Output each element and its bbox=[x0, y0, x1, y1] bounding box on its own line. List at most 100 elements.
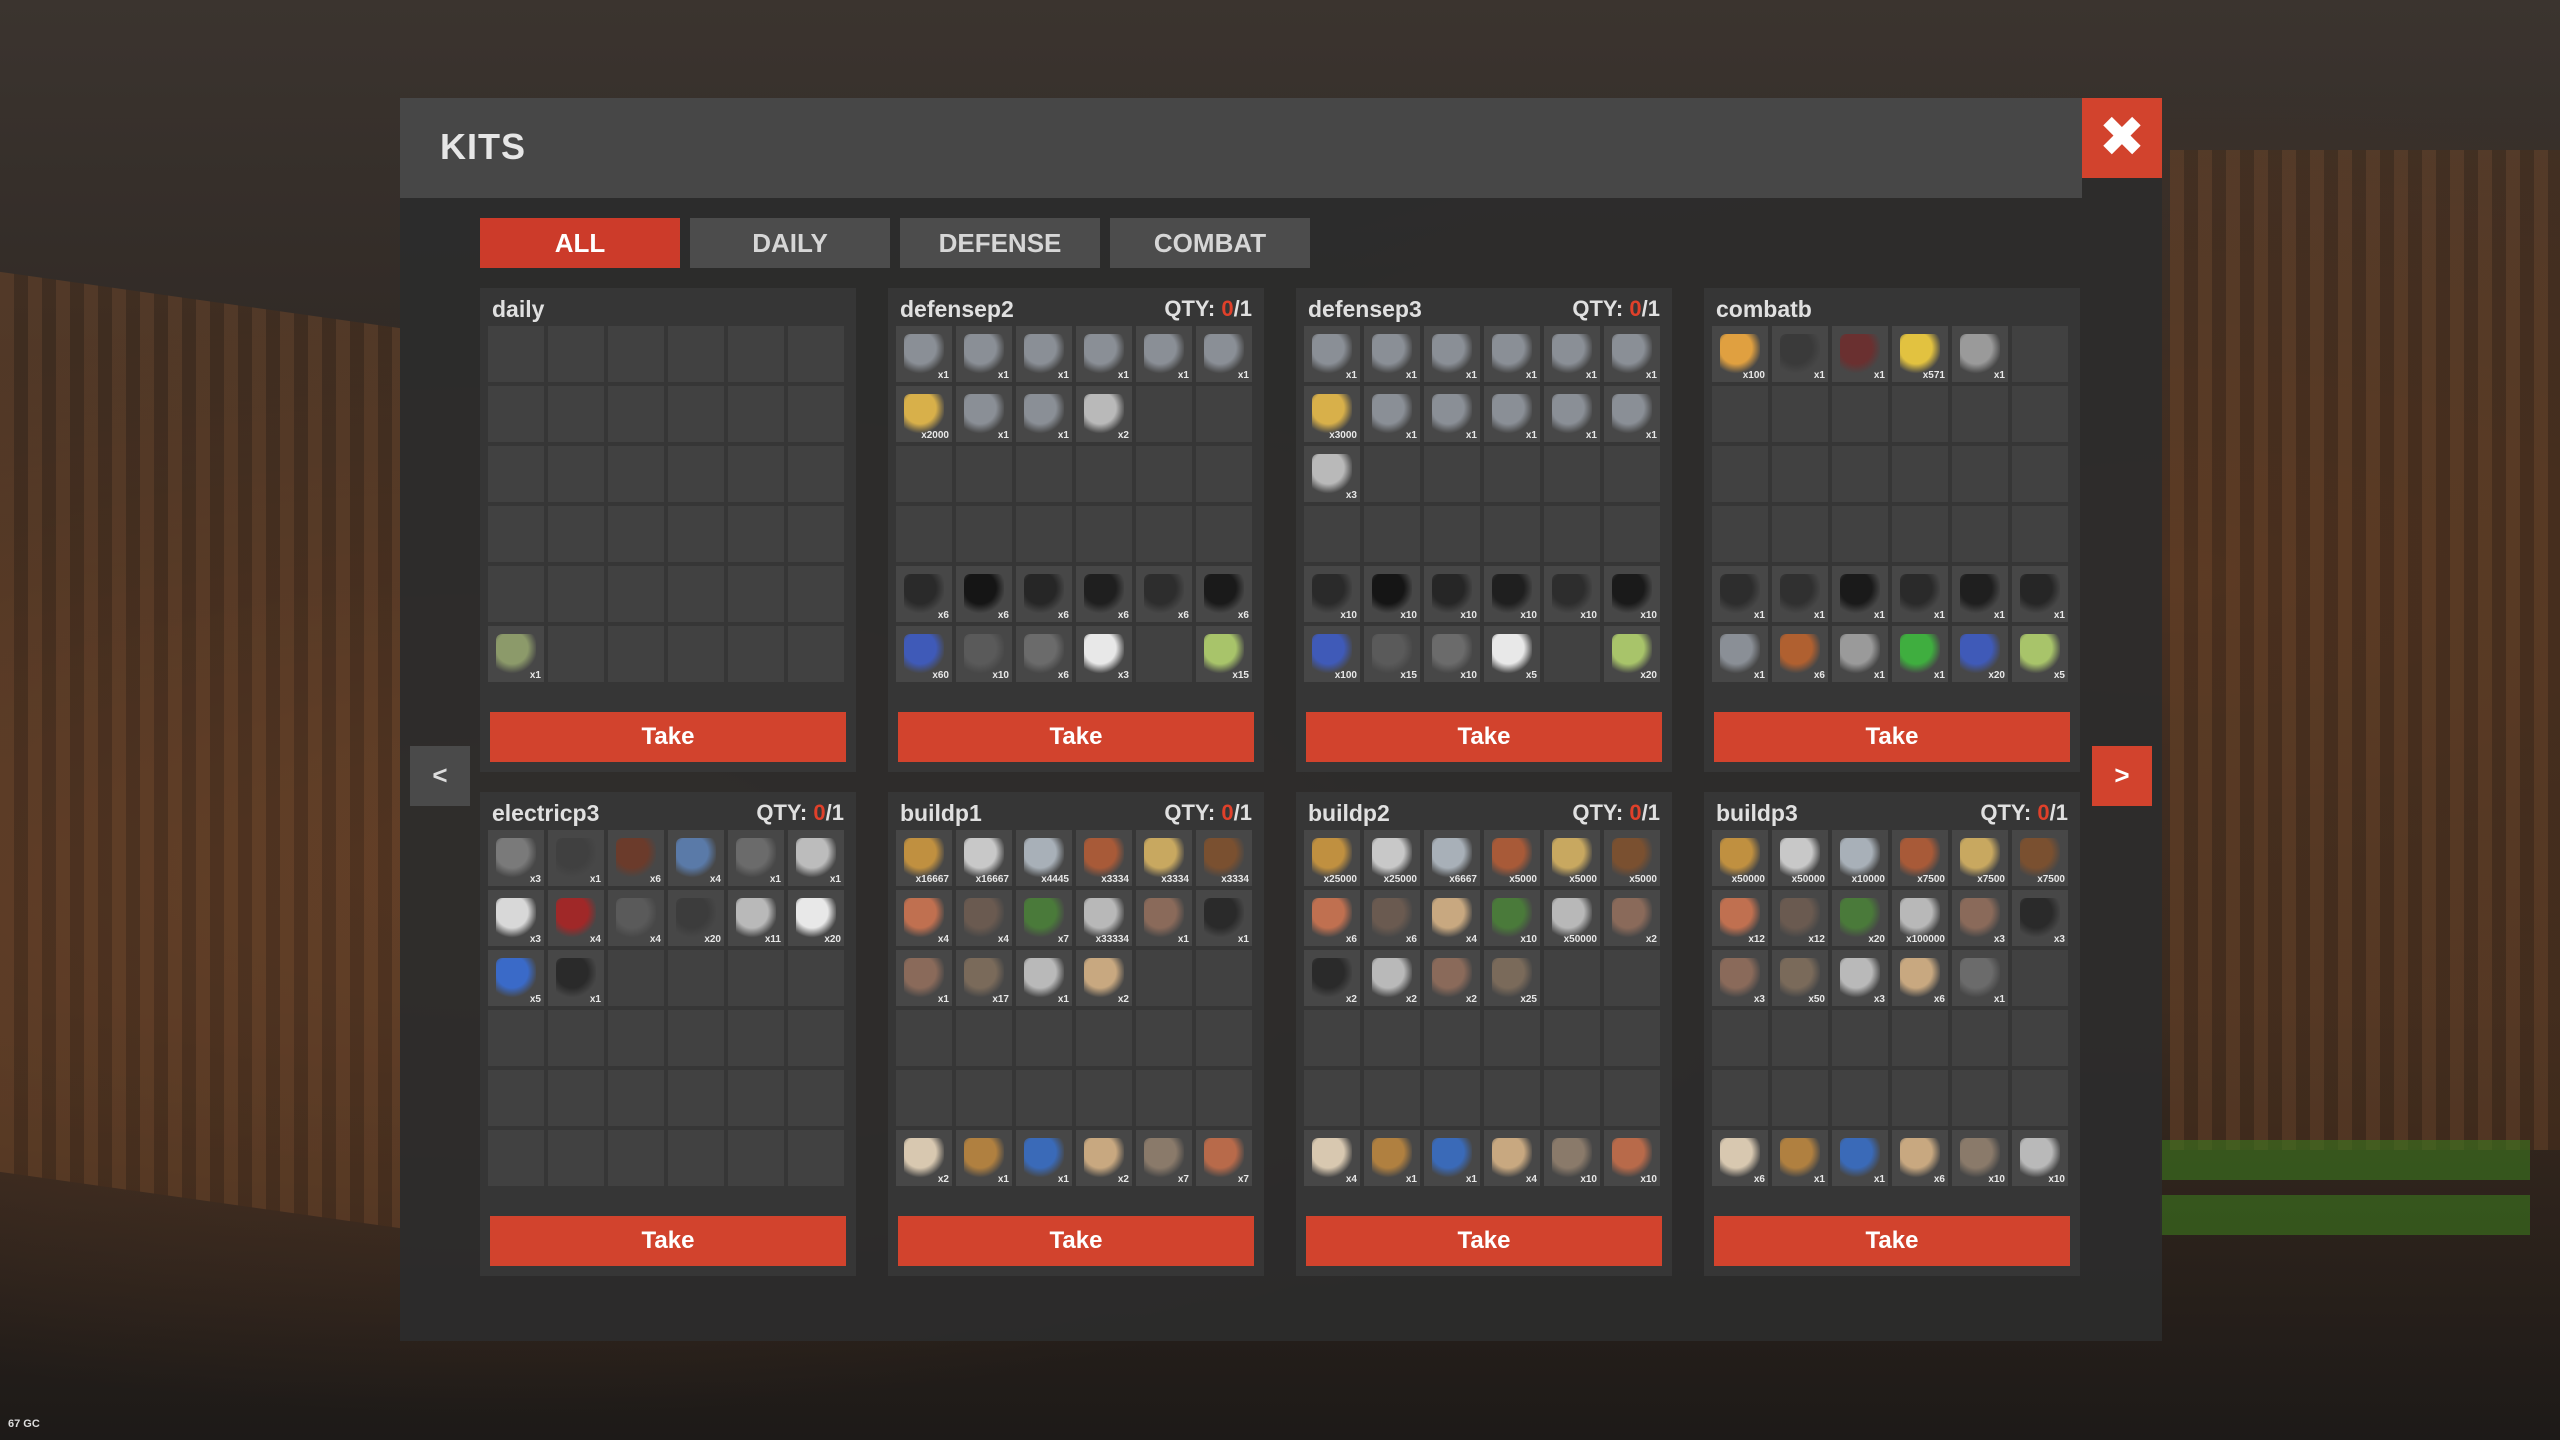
item-count: x6 bbox=[1753, 1174, 1765, 1185]
helmet-icon bbox=[1312, 574, 1352, 614]
empty-slot bbox=[2012, 1010, 2068, 1066]
empty-slot bbox=[668, 446, 724, 502]
tab-combat[interactable]: COMBAT bbox=[1110, 218, 1310, 268]
page-title: KITS bbox=[440, 126, 527, 167]
item-slot: x20 bbox=[1952, 626, 2008, 682]
rifle-icon bbox=[1492, 334, 1532, 374]
item-slot: x10 bbox=[1424, 626, 1480, 682]
kit-card-buildp1: buildp1 QTY: 0/1 x16667 x16667 x4445 x3334 x… bbox=[888, 792, 1264, 1276]
close-button[interactable]: ✖ bbox=[2082, 98, 2162, 178]
item-count: x50 bbox=[1808, 994, 1825, 1005]
item-count: x10 bbox=[1640, 610, 1657, 621]
item-count: x1 bbox=[1405, 370, 1417, 381]
turret-icon bbox=[1024, 634, 1064, 674]
item-count: x6 bbox=[1177, 610, 1189, 621]
item-slot: x20 bbox=[788, 890, 844, 946]
next-page-button[interactable]: > bbox=[2092, 746, 2152, 806]
item-slot: x10 bbox=[1364, 566, 1420, 622]
item-count: x1 bbox=[937, 994, 949, 1005]
tab-daily[interactable]: DAILY bbox=[690, 218, 890, 268]
kit-qty: QTY: 0/1 bbox=[1980, 800, 2068, 826]
crate-icon bbox=[1492, 958, 1532, 998]
kit-item-grid: x3 x1 x6 x4 x1 x1 x3 x4 x4 x20 x11 x20 x5 x1 bbox=[488, 830, 848, 1186]
qty-used: 0 bbox=[1629, 800, 1642, 825]
gear-icon bbox=[1900, 838, 1940, 878]
item-count: x7500 bbox=[2037, 874, 2065, 885]
locker-icon bbox=[556, 898, 596, 938]
item-slot: x571 bbox=[1892, 326, 1948, 382]
item-count: x5000 bbox=[1509, 874, 1537, 885]
item-slot: x50000 bbox=[1712, 830, 1768, 886]
item-slot: x4 bbox=[1304, 1130, 1360, 1186]
item-count: x3000 bbox=[1329, 430, 1357, 441]
gear-icon bbox=[1084, 838, 1124, 878]
empty-slot bbox=[788, 1130, 844, 1186]
empty-slot bbox=[1712, 1010, 1768, 1066]
item-count: x6 bbox=[1237, 610, 1249, 621]
item-count: x1 bbox=[997, 370, 1009, 381]
item-count: x12 bbox=[1748, 934, 1765, 945]
empty-slot bbox=[1952, 446, 2008, 502]
item-count: x12 bbox=[1808, 934, 1825, 945]
item-count: x1 bbox=[1117, 370, 1129, 381]
pants-icon bbox=[1492, 574, 1532, 614]
bag-icon bbox=[1024, 898, 1064, 938]
take-button[interactable]: Take bbox=[1306, 712, 1662, 762]
empty-slot bbox=[1364, 446, 1420, 502]
item-slot: x50 bbox=[1772, 950, 1828, 1006]
item-slot: x1 bbox=[1544, 386, 1600, 442]
item-slot: x4 bbox=[956, 890, 1012, 946]
item-count: x10 bbox=[1460, 670, 1477, 681]
item-slot: x10000 bbox=[1832, 830, 1888, 886]
item-slot: x7500 bbox=[1952, 830, 2008, 886]
item-count: x1 bbox=[1057, 994, 1069, 1005]
empty-slot bbox=[1832, 386, 1888, 442]
item-count: x1 bbox=[1345, 370, 1357, 381]
qty-used: 0 bbox=[813, 800, 826, 825]
take-button[interactable]: Take bbox=[490, 1216, 846, 1266]
take-button[interactable]: Take bbox=[1306, 1216, 1662, 1266]
take-button[interactable]: Take bbox=[490, 712, 846, 762]
item-slot: x1 bbox=[1424, 1130, 1480, 1186]
item-count: x7 bbox=[1177, 1174, 1189, 1185]
empty-slot bbox=[1604, 446, 1660, 502]
item-count: x3 bbox=[529, 874, 541, 885]
item-count: x3 bbox=[1993, 934, 2005, 945]
item-count: x10 bbox=[1640, 1174, 1657, 1185]
boots-icon bbox=[1204, 574, 1244, 614]
empty-slot bbox=[668, 506, 724, 562]
door-icon bbox=[1312, 454, 1352, 494]
empty-slot bbox=[1832, 446, 1888, 502]
empty-slot bbox=[1076, 446, 1132, 502]
empty-slot bbox=[488, 446, 544, 502]
box-icon bbox=[496, 898, 536, 938]
empty-slot bbox=[1604, 950, 1660, 1006]
tab-defense[interactable]: DEFENSE bbox=[900, 218, 1100, 268]
item-count: x4 bbox=[589, 934, 601, 945]
empty-slot bbox=[548, 626, 604, 682]
cabinet-icon bbox=[1144, 1138, 1184, 1178]
pants-icon bbox=[1084, 574, 1124, 614]
qty-label: QTY: bbox=[1572, 296, 1624, 321]
item-slot: x1 bbox=[1712, 566, 1768, 622]
take-button[interactable]: Take bbox=[1714, 1216, 2070, 1266]
battery-icon bbox=[496, 838, 536, 878]
take-button[interactable]: Take bbox=[898, 1216, 1254, 1266]
item-slot: x1 bbox=[1424, 386, 1480, 442]
empty-slot bbox=[896, 1010, 952, 1066]
item-slot: x16667 bbox=[956, 830, 1012, 886]
item-count: x4 bbox=[649, 934, 661, 945]
kit-name: buildp1 bbox=[900, 800, 982, 826]
rifle-icon bbox=[1432, 334, 1472, 374]
prev-page-button[interactable]: < bbox=[410, 746, 470, 806]
item-count: x20 bbox=[1868, 934, 1885, 945]
item-slot: x3 bbox=[488, 830, 544, 886]
item-count: x100 bbox=[1334, 670, 1357, 681]
take-button[interactable]: Take bbox=[1714, 712, 2070, 762]
item-slot: x1 bbox=[1016, 386, 1072, 442]
take-button[interactable]: Take bbox=[898, 712, 1254, 762]
item-count: x20 bbox=[824, 934, 841, 945]
tab-all[interactable]: ALL bbox=[480, 218, 680, 268]
speaker-icon bbox=[556, 958, 596, 998]
item-slot: x1 bbox=[956, 1130, 1012, 1186]
